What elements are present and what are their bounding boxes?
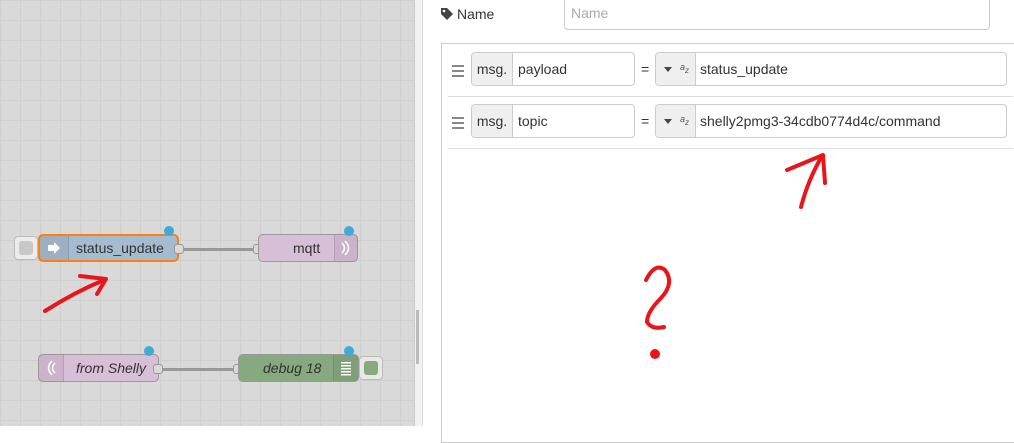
equals-sign: =: [641, 61, 650, 77]
flow-canvas[interactable]: status_update mqtt from Shelly debug 18: [0, 0, 414, 426]
property-value: topic: [518, 113, 548, 129]
changed-indicator: [344, 226, 354, 236]
output-port[interactable]: [153, 364, 163, 374]
inject-trigger-button[interactable]: [14, 236, 38, 260]
rules-list: msg. payload = az status_update msg. top…: [441, 43, 1014, 443]
value-text: shelly2pmg3-34cdb0774d4c/command: [700, 113, 941, 129]
debug-list-icon: [333, 355, 358, 381]
drag-handle-icon[interactable]: [452, 117, 464, 132]
wire[interactable]: [178, 248, 260, 251]
mqtt-out-node-label: mqtt: [293, 240, 321, 256]
wire[interactable]: [158, 368, 240, 371]
debug-node[interactable]: debug 18: [238, 354, 359, 382]
mqtt-in-node[interactable]: from Shelly: [38, 354, 159, 382]
rule-row: msg. payload = az status_update: [448, 44, 1013, 97]
property-value: payload: [518, 61, 568, 77]
changed-indicator: [164, 226, 174, 236]
mqtt-in-node-label: from Shelly: [76, 360, 147, 376]
debug-node-label: debug 18: [263, 360, 322, 376]
changed-indicator: [344, 346, 354, 356]
chevron-down-icon: [664, 66, 672, 72]
value-text: status_update: [700, 61, 788, 77]
splitter-grip[interactable]: [416, 310, 419, 364]
tag-icon: [441, 8, 453, 20]
type-select[interactable]: az: [656, 53, 696, 85]
inject-node[interactable]: status_update: [38, 234, 179, 262]
value-field[interactable]: az status_update: [655, 52, 1007, 86]
name-input[interactable]: [564, 0, 990, 30]
broadcast-icon: [39, 355, 64, 381]
drag-handle-icon[interactable]: [452, 65, 464, 80]
property-field[interactable]: msg. topic: [471, 104, 635, 138]
name-label: Name: [441, 6, 494, 22]
inject-node-label: status_update: [76, 240, 164, 256]
panel-splitter[interactable]: [414, 0, 423, 426]
equals-sign: =: [641, 113, 650, 129]
value-field[interactable]: az shelly2pmg3-34cdb0774d4c/command: [655, 104, 1007, 138]
node-editor-panel: Name msg. payload = az status_update: [423, 0, 1014, 443]
broadcast-icon: [334, 235, 357, 261]
msg-prefix: msg.: [472, 53, 513, 85]
az-string-icon: az: [680, 62, 690, 75]
changed-indicator: [144, 346, 154, 356]
output-port[interactable]: [174, 244, 184, 254]
chevron-down-icon: [664, 118, 672, 124]
rule-row: msg. topic = az shelly2pmg3-34cdb0774d4c…: [448, 96, 1013, 149]
type-select[interactable]: az: [656, 105, 696, 137]
debug-toggle-button[interactable]: [359, 356, 383, 380]
az-string-icon: az: [680, 114, 690, 127]
mqtt-out-node[interactable]: mqtt: [258, 234, 358, 262]
msg-prefix: msg.: [472, 105, 513, 137]
inject-arrow-icon: [40, 236, 69, 260]
property-field[interactable]: msg. payload: [471, 52, 635, 86]
